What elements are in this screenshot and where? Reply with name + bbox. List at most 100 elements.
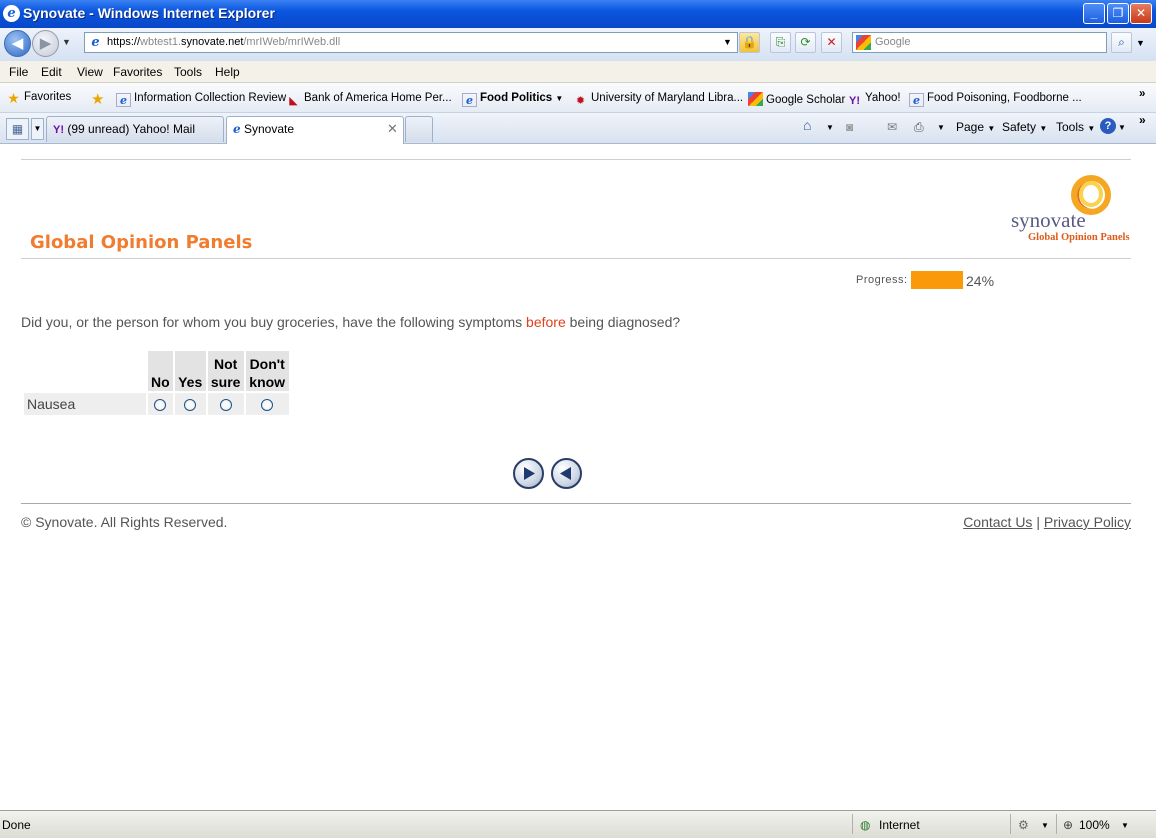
previous-button[interactable]: [551, 458, 582, 489]
help-icon[interactable]: ?: [1100, 118, 1116, 134]
menu-edit[interactable]: Edit: [41, 65, 62, 79]
yahoo-icon: Y!: [849, 95, 860, 107]
contact-us-link[interactable]: Contact Us: [963, 514, 1032, 530]
safety-menu-label: Safety: [1002, 120, 1037, 134]
favorite-label: University of Maryland Libra...: [591, 92, 744, 104]
header-top-rule: [21, 159, 1131, 160]
help-dropdown-icon[interactable]: ▼: [1118, 123, 1126, 132]
add-favorite-icon[interactable]: ★: [91, 90, 104, 108]
chevron-down-icon: ▼: [555, 94, 564, 103]
favorite-item-food-poisoning[interactable]: e Food Poisoning, Foodborne ...: [909, 92, 1082, 107]
row-label-nausea: Nausea: [24, 393, 146, 415]
next-arrow-icon: [524, 467, 535, 480]
menu-file[interactable]: File: [9, 65, 28, 79]
radio-nausea-yes[interactable]: [184, 399, 197, 412]
security-zone[interactable]: Internet: [879, 818, 920, 832]
protected-mode-dropdown-icon[interactable]: ▼: [1041, 821, 1049, 830]
chevron-down-icon: ▼: [1087, 124, 1096, 133]
answer-cell: [245, 393, 289, 415]
refresh-icon[interactable]: ⟳: [795, 32, 816, 53]
page-menu-label: Page: [956, 120, 985, 134]
recent-pages-dropdown-icon[interactable]: ▼: [62, 37, 71, 47]
grid-corner: [24, 351, 146, 391]
radio-nausea-no[interactable]: [154, 399, 167, 412]
tools-menu[interactable]: Tools ▼: [1056, 120, 1095, 134]
url-scheme: https://: [107, 36, 141, 48]
page-menu[interactable]: Page ▼: [956, 120, 995, 134]
search-placeholder: Google: [875, 36, 911, 48]
window-title: Synovate - Windows Internet Explorer: [23, 5, 275, 21]
question-part-1: Did you, or the person for whom you buy …: [21, 314, 527, 330]
feeds-icon[interactable]: ◙: [846, 120, 853, 134]
tab-list-dropdown-icon[interactable]: ▼: [31, 118, 44, 140]
favorite-item-food-politics[interactable]: e Food Politics ▼: [462, 92, 563, 107]
more-commands-chevron-icon[interactable]: »: [1139, 113, 1146, 127]
progress-percent: 24%: [966, 273, 995, 289]
menu-favorites[interactable]: Favorites: [113, 65, 162, 79]
print-icon[interactable]: ⎙: [914, 120, 924, 135]
logo-subtitle: Global Opinion Panels: [1028, 232, 1130, 243]
favorite-item-umd-library[interactable]: ✹ University of Maryland Libra...: [573, 92, 743, 108]
read-mail-icon[interactable]: ✉: [887, 120, 897, 134]
more-favorites-chevron-icon[interactable]: »: [1139, 88, 1145, 100]
favorite-item-bank-of-america[interactable]: ◣ Bank of America Home Per...: [286, 92, 451, 108]
status-separator: [1010, 814, 1011, 834]
new-tab-button[interactable]: [405, 116, 433, 142]
back-arrow-icon: ◀: [11, 35, 24, 52]
radio-nausea-not-sure[interactable]: [219, 399, 232, 412]
lock-icon[interactable]: 🔒: [739, 32, 760, 53]
favorite-item-info-collection[interactable]: e Information Collection Review: [116, 92, 286, 107]
maximize-button[interactable]: ❐: [1107, 3, 1129, 24]
search-input[interactable]: Google: [852, 32, 1107, 53]
progress-label: Progress:: [856, 274, 908, 286]
table-row: Nausea: [24, 393, 289, 415]
forward-button[interactable]: ▶: [32, 30, 59, 57]
page-content: Global Opinion Panels synovate Global Op…: [0, 144, 1156, 810]
close-button[interactable]: ✕: [1130, 3, 1152, 24]
grid-header-row: No Yes Not sure Don't know: [24, 351, 289, 391]
close-tab-icon[interactable]: ✕: [387, 117, 398, 141]
answer-cell: [207, 393, 244, 415]
chevron-down-icon: ▼: [987, 124, 996, 133]
favorite-label: Food Poisoning, Foodborne ...: [927, 92, 1082, 104]
quick-tabs-icon[interactable]: ▦: [6, 118, 29, 140]
search-options-dropdown-icon[interactable]: ▼: [1136, 38, 1145, 48]
print-dropdown-icon[interactable]: ▼: [937, 123, 945, 132]
address-toolbar: ◀ ▶ ▼ e https://wbtest1.synovate.net/mrI…: [0, 28, 1156, 61]
menu-view[interactable]: View: [77, 65, 103, 79]
bank-of-america-icon: ◣: [289, 95, 298, 107]
safety-menu[interactable]: Safety ▼: [1002, 120, 1047, 134]
home-icon[interactable]: ⌂: [803, 117, 811, 133]
question-highlight: before: [526, 314, 566, 330]
column-header-not-sure: Not sure: [207, 351, 244, 391]
favorites-label: Favorites: [24, 91, 72, 103]
favorite-label: Information Collection Review: [134, 92, 287, 104]
tab-bar: ▦ ▼ Y! (99 unread) Yahoo! Mail e Synovat…: [0, 113, 1156, 144]
stop-icon[interactable]: ✕: [821, 32, 842, 53]
star-icon: ★: [7, 90, 20, 106]
home-dropdown-icon[interactable]: ▼: [826, 123, 834, 132]
protected-mode-icon[interactable]: ⚙: [1018, 818, 1029, 832]
address-dropdown-icon[interactable]: ▼: [719, 33, 736, 52]
back-button[interactable]: ◀: [4, 30, 31, 57]
zoom-dropdown-icon[interactable]: ▼: [1121, 821, 1129, 830]
favorite-item-google-scholar[interactable]: Google Scholar: [748, 92, 845, 106]
favorites-button[interactable]: ★ Favorites: [6, 91, 71, 105]
synovate-logo: synovate Global Opinion Panels: [1008, 172, 1133, 244]
internet-explorer-icon: e: [3, 5, 20, 22]
favorite-item-yahoo[interactable]: Y! Yahoo!: [847, 92, 901, 108]
menu-tools[interactable]: Tools: [174, 65, 202, 79]
tab-yahoo-mail[interactable]: Y! (99 unread) Yahoo! Mail: [46, 116, 224, 142]
next-button[interactable]: [513, 458, 544, 489]
internet-zone-icon: ◍: [860, 818, 871, 832]
favorite-label: Google Scholar: [766, 94, 846, 106]
radio-nausea-dont-know[interactable]: [261, 399, 274, 412]
address-field[interactable]: e https://wbtest1.synovate.net/mrIWeb/mr…: [84, 32, 738, 53]
compatibility-view-icon[interactable]: ⎘: [770, 32, 791, 53]
menu-help[interactable]: Help: [215, 65, 240, 79]
zoom-level[interactable]: 100%: [1079, 818, 1110, 832]
privacy-policy-link[interactable]: Privacy Policy: [1044, 514, 1131, 530]
tab-synovate[interactable]: e Synovate ✕: [226, 116, 404, 144]
search-icon[interactable]: ⌕: [1111, 32, 1132, 53]
minimize-button[interactable]: _: [1083, 3, 1105, 24]
